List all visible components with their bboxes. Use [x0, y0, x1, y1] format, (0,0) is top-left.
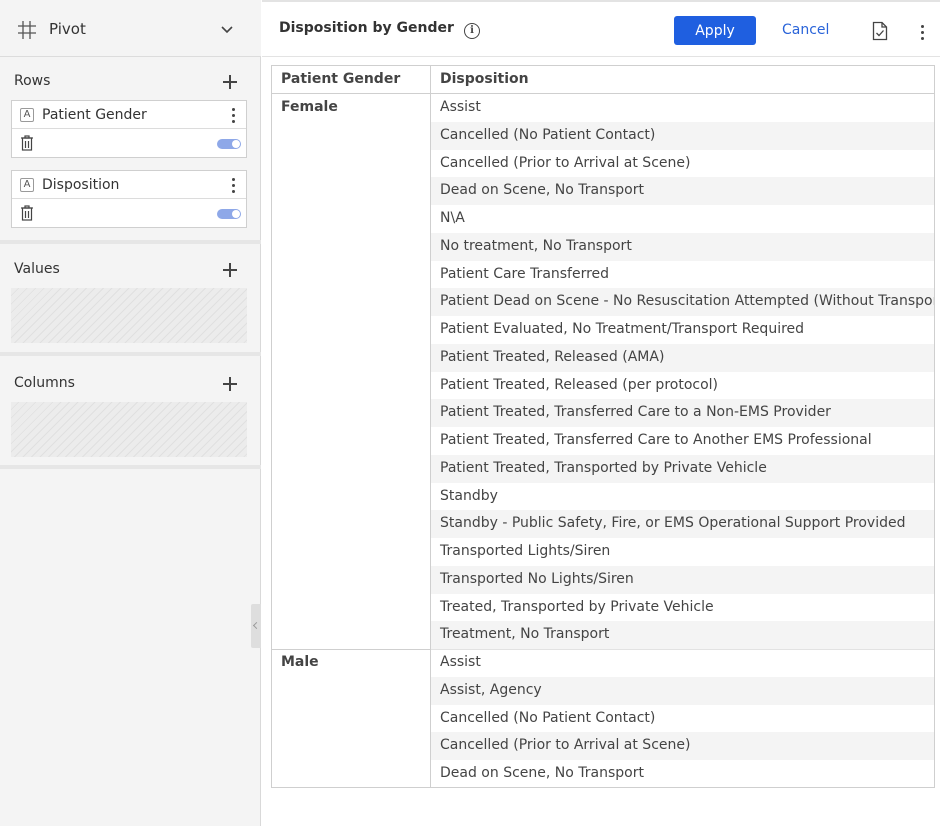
table-row: Patient Treated, Transferred Care to Ano… — [431, 427, 934, 455]
group-separator — [272, 649, 431, 650]
table-cell: Patient Evaluated, No Treatment/Transpor… — [440, 321, 805, 337]
table-row: Assist — [431, 649, 934, 677]
columns-section-title: Columns — [14, 375, 75, 391]
table-row: Assist, Agency — [431, 676, 934, 705]
columns-drop-zone[interactable] — [11, 402, 247, 457]
table-cell: Cancelled (No Patient Contact) — [440, 709, 656, 726]
add-row-icon[interactable] — [222, 74, 238, 90]
values-drop-zone[interactable] — [11, 288, 247, 343]
report-header: Disposition by Gender i Apply Cancel — [262, 0, 940, 57]
table-row: Treated, Transported by Private Vehicle — [431, 594, 934, 622]
table-cell: Cancelled (Prior to Arrival at Scene) — [440, 737, 691, 754]
table-row: Treatment, No Transport — [431, 621, 934, 650]
text-type-icon: A — [20, 178, 34, 192]
table-cell: Patient Treated, Transported by Private … — [440, 459, 767, 476]
table-row: Transported No Lights/Siren — [431, 565, 934, 594]
table-cell: Assist — [440, 99, 481, 115]
table-cell: Dead on Scene, No Transport — [440, 182, 644, 199]
table-row: Patient Treated, Transported by Private … — [431, 454, 934, 483]
table-cell: Patient Treated, Transferred Care to a N… — [440, 404, 831, 421]
table-cell: Cancelled (Prior to Arrival at Scene) — [440, 154, 691, 171]
table-row: Transported Lights/Siren — [431, 538, 934, 566]
add-value-icon[interactable] — [222, 262, 238, 278]
table-row: Patient Treated, Transferred Care to a N… — [431, 399, 934, 428]
table-cell: Patient Dead on Scene - No Resuscitation… — [440, 293, 935, 310]
apply-button[interactable]: Apply — [674, 16, 756, 45]
table-cell: Patient Treated, Transferred Care to Ano… — [440, 432, 872, 448]
row-field-card[interactable]: A Disposition — [11, 170, 247, 228]
rows-section-title: Rows — [14, 73, 51, 89]
field-toggle[interactable] — [217, 209, 241, 219]
info-icon[interactable]: i — [464, 23, 480, 39]
field-menu-icon[interactable] — [230, 107, 236, 123]
table-row: Cancelled (No Patient Contact) — [431, 121, 934, 150]
group-label: Female — [281, 99, 338, 115]
report-title: Disposition by Gender — [279, 20, 454, 36]
values-section-title: Values — [14, 261, 60, 277]
table-cell: Standby - Public Safety, Fire, or EMS Op… — [440, 515, 906, 532]
column-divider — [430, 66, 431, 787]
section-divider — [0, 352, 261, 356]
row-field-card[interactable]: A Patient Gender — [11, 100, 247, 158]
table-cell: No treatment, No Transport — [440, 237, 632, 254]
table-cell: Dead on Scene, No Transport — [440, 765, 644, 781]
pivot-table: Patient Gender Disposition Female Assist C… — [271, 65, 935, 788]
table-row: Patient Care Transferred — [431, 261, 934, 289]
grid-icon — [18, 21, 36, 39]
pivot-header[interactable]: Pivot — [0, 0, 261, 57]
trash-icon[interactable] — [20, 135, 34, 151]
field-toggle[interactable] — [217, 139, 241, 149]
add-column-icon[interactable] — [222, 376, 238, 392]
table-row: No treatment, No Transport — [431, 232, 934, 261]
chevron-down-icon[interactable] — [219, 24, 235, 36]
table-row: Standby — [431, 483, 934, 511]
table-cell: Patient Treated, Released (AMA) — [440, 348, 665, 365]
trash-icon[interactable] — [20, 205, 34, 221]
table-row: Patient Evaluated, No Treatment/Transpor… — [431, 316, 934, 344]
table-row: Cancelled (No Patient Contact) — [431, 705, 934, 733]
table-cell: Transported Lights/Siren — [440, 543, 611, 559]
table-row: Patient Dead on Scene - No Resuscitation… — [431, 288, 935, 317]
table-row: Dead on Scene, No Transport — [431, 177, 934, 206]
table-cell: Patient Treated, Released (per protocol) — [440, 376, 718, 393]
text-type-icon: A — [20, 108, 34, 122]
table-row: Cancelled (Prior to Arrival at Scene) — [431, 150, 934, 178]
section-divider — [0, 465, 261, 469]
field-menu-icon[interactable] — [230, 177, 236, 193]
table-cell: Standby — [440, 487, 498, 504]
pivot-title: Pivot — [49, 20, 86, 38]
cancel-button[interactable]: Cancel — [782, 22, 829, 38]
field-card-header: A Disposition — [12, 171, 246, 199]
table-row: Cancelled (Prior to Arrival at Scene) — [431, 732, 934, 761]
table-cell: N\A — [440, 210, 465, 226]
group-label: Male — [281, 654, 319, 670]
column-header[interactable]: Disposition — [440, 71, 529, 87]
table-cell: Cancelled (No Patient Contact) — [440, 126, 656, 143]
column-header[interactable]: Patient Gender — [281, 71, 400, 87]
table-row: Standby - Public Safety, Fire, or EMS Op… — [431, 510, 934, 539]
field-label: Disposition — [42, 177, 120, 193]
section-divider — [0, 240, 261, 244]
table-row: Assist — [431, 94, 934, 122]
table-row: Patient Treated, Released (per protocol) — [431, 372, 934, 400]
table-cell: Transported No Lights/Siren — [440, 570, 634, 587]
table-cell: Patient Care Transferred — [440, 265, 610, 282]
table-cell: Treated, Transported by Private Vehicle — [440, 598, 714, 615]
save-document-icon[interactable] — [872, 21, 888, 41]
table-cell: Assist — [440, 654, 481, 670]
field-label: Patient Gender — [42, 107, 147, 123]
more-options-icon[interactable] — [920, 24, 926, 40]
field-card-header: A Patient Gender — [12, 101, 246, 129]
table-cell: Treatment, No Transport — [440, 626, 610, 643]
table-row: Patient Treated, Released (AMA) — [431, 343, 934, 372]
table-row: N\A — [431, 205, 934, 233]
table-cell: Assist, Agency — [440, 681, 542, 698]
table-row: Dead on Scene, No Transport — [431, 760, 934, 787]
table-header: Patient Gender Disposition — [272, 66, 934, 94]
pivot-panel: Pivot Rows A Patient Gender A Dispositio… — [0, 0, 261, 826]
collapse-panel-handle[interactable] — [251, 604, 261, 648]
